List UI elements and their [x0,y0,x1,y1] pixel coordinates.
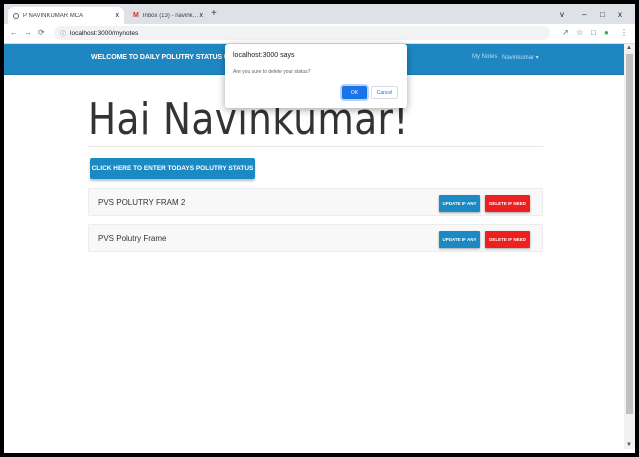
notes-list: PVS POLUTRY FRAM 2 UPDATE IF ANY DELETE … [88,188,543,260]
enter-status-button[interactable]: CLICK HERE TO ENTER TODAYS POLUTRY STATU… [90,158,255,179]
share-icon[interactable]: ↗ [562,28,569,37]
note-card: PVS Polutry Frame UPDATE IF ANY DELETE I… [88,224,543,252]
cancel-button[interactable]: Cancel [371,86,398,99]
tab-inbox[interactable]: M Inbox (13) - navinkumar18f1891 x [128,7,208,24]
note-title: PVS POLUTRY FRAM 2 [98,198,186,207]
tab-title: P NAVINKUMAR MCA [23,12,84,19]
tab-close-icon[interactable]: x [116,12,120,19]
profile-icon[interactable]: ● [604,28,609,37]
tab-navinkumar[interactable]: P NAVINKUMAR MCA x [8,7,124,24]
delete-button[interactable]: DELETE IF NEED [485,195,530,212]
new-tab-button[interactable]: + [211,8,217,19]
ok-button[interactable]: OK [342,86,367,99]
site-favicon-icon [13,12,19,19]
scroll-thumb[interactable] [626,54,633,414]
reload-icon[interactable]: ⟳ [38,28,45,37]
maximize-button[interactable]: □ [600,10,605,19]
forward-icon[interactable]: → [24,28,32,37]
tab-title: Inbox (13) - navinkumar18f1891 [142,12,200,19]
page-scrollbar[interactable]: ▲ ▼ [624,44,635,449]
browser-tab-strip: P NAVINKUMAR MCA x M Inbox (13) - navink… [4,4,635,24]
close-window-button[interactable]: x [618,10,622,19]
confirm-dialog: localhost:3000 says Are you sure to dele… [225,44,407,108]
dialog-message: Are you sure to delete your status? [233,69,311,75]
tab-search-icon[interactable]: v [560,10,564,19]
divider [88,146,543,147]
address-text: localhost:3000/mynotes [70,29,139,37]
update-button[interactable]: UPDATE IF ANY [439,231,480,248]
back-icon[interactable]: ← [10,28,18,37]
star-icon[interactable]: ☆ [576,28,583,37]
tab-close-icon[interactable]: x [200,12,204,19]
note-title: PVS Polutry Frame [98,234,167,243]
gmail-icon: M [133,12,139,19]
note-card: PVS POLUTRY FRAM 2 UPDATE IF ANY DELETE … [88,188,543,216]
update-button[interactable]: UPDATE IF ANY [439,195,480,212]
nav-link-my-notes[interactable]: My Notes [472,54,497,60]
nav-user-dropdown[interactable]: Navinkumar ▾ [502,54,539,61]
sidebar-icon[interactable]: □ [591,28,596,37]
minimize-button[interactable]: – [582,10,586,19]
address-bar[interactable]: ⓘ localhost:3000/mynotes [54,26,550,40]
delete-button[interactable]: DELETE IF NEED [485,231,530,248]
scroll-down-icon[interactable]: ▼ [626,442,632,448]
browser-toolbar: ← → ⟳ ⓘ localhost:3000/mynotes ↗ ☆ □ ● ⋮ [4,24,635,44]
menu-icon[interactable]: ⋮ [620,28,628,37]
info-icon[interactable]: ⓘ [60,29,66,38]
dialog-title: localhost:3000 says [233,52,295,59]
scroll-up-icon[interactable]: ▲ [626,45,632,51]
